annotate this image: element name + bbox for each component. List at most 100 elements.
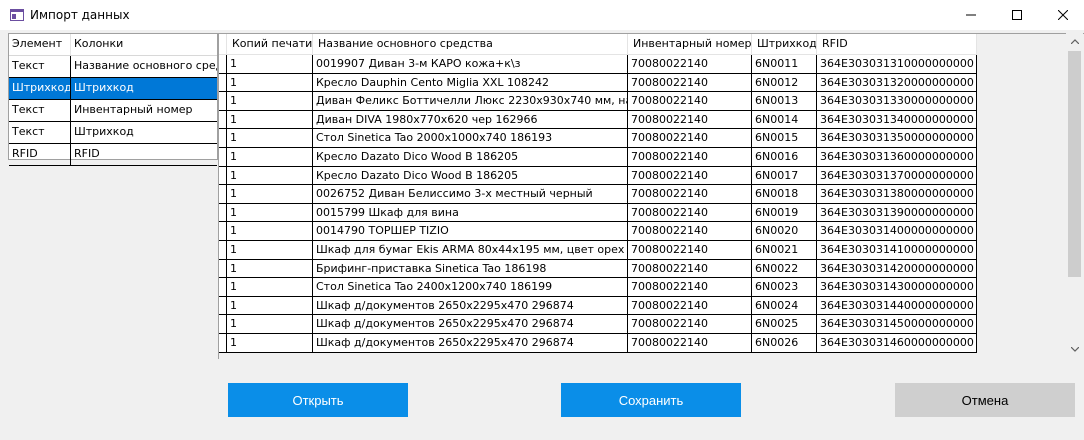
data-grid[interactable]: Копий печати Название основного средства… [218,33,1084,359]
asset-name-cell[interactable]: 0019907 Диван 3-м КАРО кожа+к\з [313,55,628,74]
table-row[interactable]: 1 Кресло Dauphin Cento Miglia XXL 108242 7… [219,73,977,93]
scrollbar-thumb[interactable] [1068,51,1081,277]
inventory-number-cell[interactable]: 70080022140 [628,278,752,297]
inventory-number-cell[interactable]: 70080022140 [628,55,752,74]
asset-name-cell[interactable]: Шкаф д/документов 2650х2295х470 296874 [313,315,628,334]
inventory-number-cell[interactable]: 70080022140 [628,240,752,260]
barcode-cell[interactable]: 6N0019 [752,203,817,223]
inventory-number-cell[interactable]: 70080022140 [628,110,752,130]
barcode-cell[interactable]: 6N0016 [752,147,817,167]
copies-cell[interactable]: 1 [227,222,313,241]
mapping-row[interactable]: Текст Штрихкод [9,122,217,144]
inventory-number-cell[interactable]: 70080022140 [628,185,752,204]
asset-name-cell[interactable]: Кресло Dazato Dico Wood B 186205 [313,147,628,167]
mapping-row[interactable]: Текст Название основного средства [9,56,217,78]
table-row[interactable]: 1 Стол Sinetica Tao 2000х1000х740 186193 7… [219,129,977,148]
scroll-up-button[interactable] [1066,33,1083,50]
inventory-number-cell[interactable]: 70080022140 [628,222,752,241]
row-header[interactable] [219,55,227,74]
rfid-cell[interactable]: 364E303031450000000000 [817,315,977,334]
copies-cell[interactable]: 1 [227,278,313,297]
mapping-element-cell[interactable]: Текст [9,56,71,77]
rfid-cell[interactable]: 364E303031350000000000 [817,129,977,148]
mapping-element-cell[interactable]: Текст [9,122,71,143]
copies-cell[interactable]: 1 [227,110,313,130]
table-row[interactable]: 1 0015799 Шкаф для вина 70080022140 6N0019 3… [219,203,977,223]
row-header[interactable] [219,147,227,167]
rfid-cell[interactable]: 364E303031370000000000 [817,166,977,186]
row-header[interactable] [219,259,227,279]
inventory-number-cell[interactable]: 70080022140 [628,333,752,353]
copies-cell[interactable]: 1 [227,55,313,74]
barcode-cell[interactable]: 6N0014 [752,110,817,130]
copies-cell[interactable]: 1 [227,73,313,93]
table-row[interactable]: 1 Кресло Dazato Dico Wood B 186205 7008002… [219,147,977,167]
table-row[interactable]: 1 Брифинг-приставка Sinetica Tao 186198 70… [219,259,977,279]
barcode-cell[interactable]: 6N0023 [752,278,817,297]
column-header-barcode[interactable]: Штрихкод [752,34,817,55]
table-row[interactable]: 1 Диван Феликс Боттичелли Люкс 2230х930х7… [219,92,977,111]
copies-cell[interactable]: 1 [227,92,313,111]
table-row[interactable]: 1 Стол Sinetica Tao 2400х1200х740 186199 7… [219,278,977,297]
rfid-cell[interactable]: 364E303031360000000000 [817,147,977,167]
mapping-column-cell[interactable]: RFID [71,144,217,165]
barcode-cell[interactable]: 6N0021 [752,240,817,260]
rfid-cell[interactable]: 364E303031430000000000 [817,278,977,297]
barcode-cell[interactable]: 6N0022 [752,259,817,279]
barcode-cell[interactable]: 6N0017 [752,166,817,186]
rfid-cell[interactable]: 364E303031330000000000 [817,92,977,111]
table-row[interactable]: 1 Диван DIVA 1980x770x620 чер 162966 70080… [219,110,977,130]
inventory-number-cell[interactable]: 70080022140 [628,147,752,167]
inventory-number-cell[interactable]: 70080022140 [628,129,752,148]
inventory-number-cell[interactable]: 70080022140 [628,166,752,186]
inventory-number-cell[interactable]: 70080022140 [628,73,752,93]
mapping-column-cell[interactable]: Штрихкод [71,122,217,143]
copies-cell[interactable]: 1 [227,240,313,260]
rfid-cell[interactable]: 364E303031380000000000 [817,185,977,204]
table-row[interactable]: 1 Кресло Dazato Dico Wood B 186205 7008002… [219,166,977,186]
mapping-element-cell[interactable]: Штрихкод [9,78,71,99]
asset-name-cell[interactable]: 0015799 Шкаф для вина [313,203,628,223]
column-header-rfid[interactable]: RFID [817,34,977,55]
mapping-column-cell[interactable]: Инвентарный номер [71,100,217,121]
asset-name-cell[interactable]: Кресло Dazato Dico Wood B 186205 [313,166,628,186]
row-header[interactable] [219,240,227,260]
row-header[interactable] [219,278,227,297]
table-row[interactable]: 1 Шкаф д/документов 2650х2295х470 296874 7… [219,333,977,353]
row-header[interactable] [219,110,227,130]
row-header[interactable] [219,73,227,93]
mapping-row[interactable]: Текст Инвентарный номер [9,100,217,122]
mapping-element-cell[interactable]: Текст [9,100,71,121]
rfid-cell[interactable]: 364E303031320000000000 [817,73,977,93]
copies-cell[interactable]: 1 [227,147,313,167]
rfid-cell[interactable]: 364E303031340000000000 [817,110,977,130]
vertical-scrollbar[interactable] [1066,33,1083,358]
mapping-row-selected[interactable]: Штрихкод Штрихкод [9,78,217,100]
inventory-number-cell[interactable]: 70080022140 [628,203,752,223]
asset-name-cell[interactable]: Шкаф для бумаг Ekis ARMA 80x44x195 мм, ц… [313,240,628,260]
column-header-asset-name[interactable]: Название основного средства [313,34,628,55]
copies-cell[interactable]: 1 [227,129,313,148]
save-button[interactable]: Сохранить [561,383,741,417]
cancel-button[interactable]: Отмена [895,383,1075,417]
barcode-cell[interactable]: 6N0026 [752,333,817,353]
column-header-inventory-number[interactable]: Инвентарный номер [628,34,752,55]
row-header[interactable] [219,129,227,148]
row-header[interactable] [219,166,227,186]
asset-name-cell[interactable]: Брифинг-приставка Sinetica Tao 186198 [313,259,628,279]
barcode-cell[interactable]: 6N0013 [752,92,817,111]
barcode-cell[interactable]: 6N0018 [752,185,817,204]
rfid-cell[interactable]: 364E303031310000000000 [817,55,977,74]
inventory-number-cell[interactable]: 70080022140 [628,259,752,279]
column-header-element[interactable]: Элемент [9,34,71,55]
mapping-element-cell[interactable]: RFID [9,144,71,165]
table-row[interactable]: 1 Шкаф д/документов 2650х2295х470 296874 7… [219,315,977,334]
mapping-column-cell[interactable]: Название основного средства [71,56,217,77]
asset-name-cell[interactable]: Кресло Dauphin Cento Miglia XXL 108242 [313,73,628,93]
inventory-number-cell[interactable]: 70080022140 [628,315,752,334]
row-header[interactable] [219,222,227,241]
inventory-number-cell[interactable]: 70080022140 [628,296,752,316]
barcode-cell[interactable]: 6N0011 [752,55,817,74]
barcode-cell[interactable]: 6N0012 [752,73,817,93]
asset-name-cell[interactable]: Диван Феликс Боттичелли Люкс 2230х930х74… [313,92,628,111]
